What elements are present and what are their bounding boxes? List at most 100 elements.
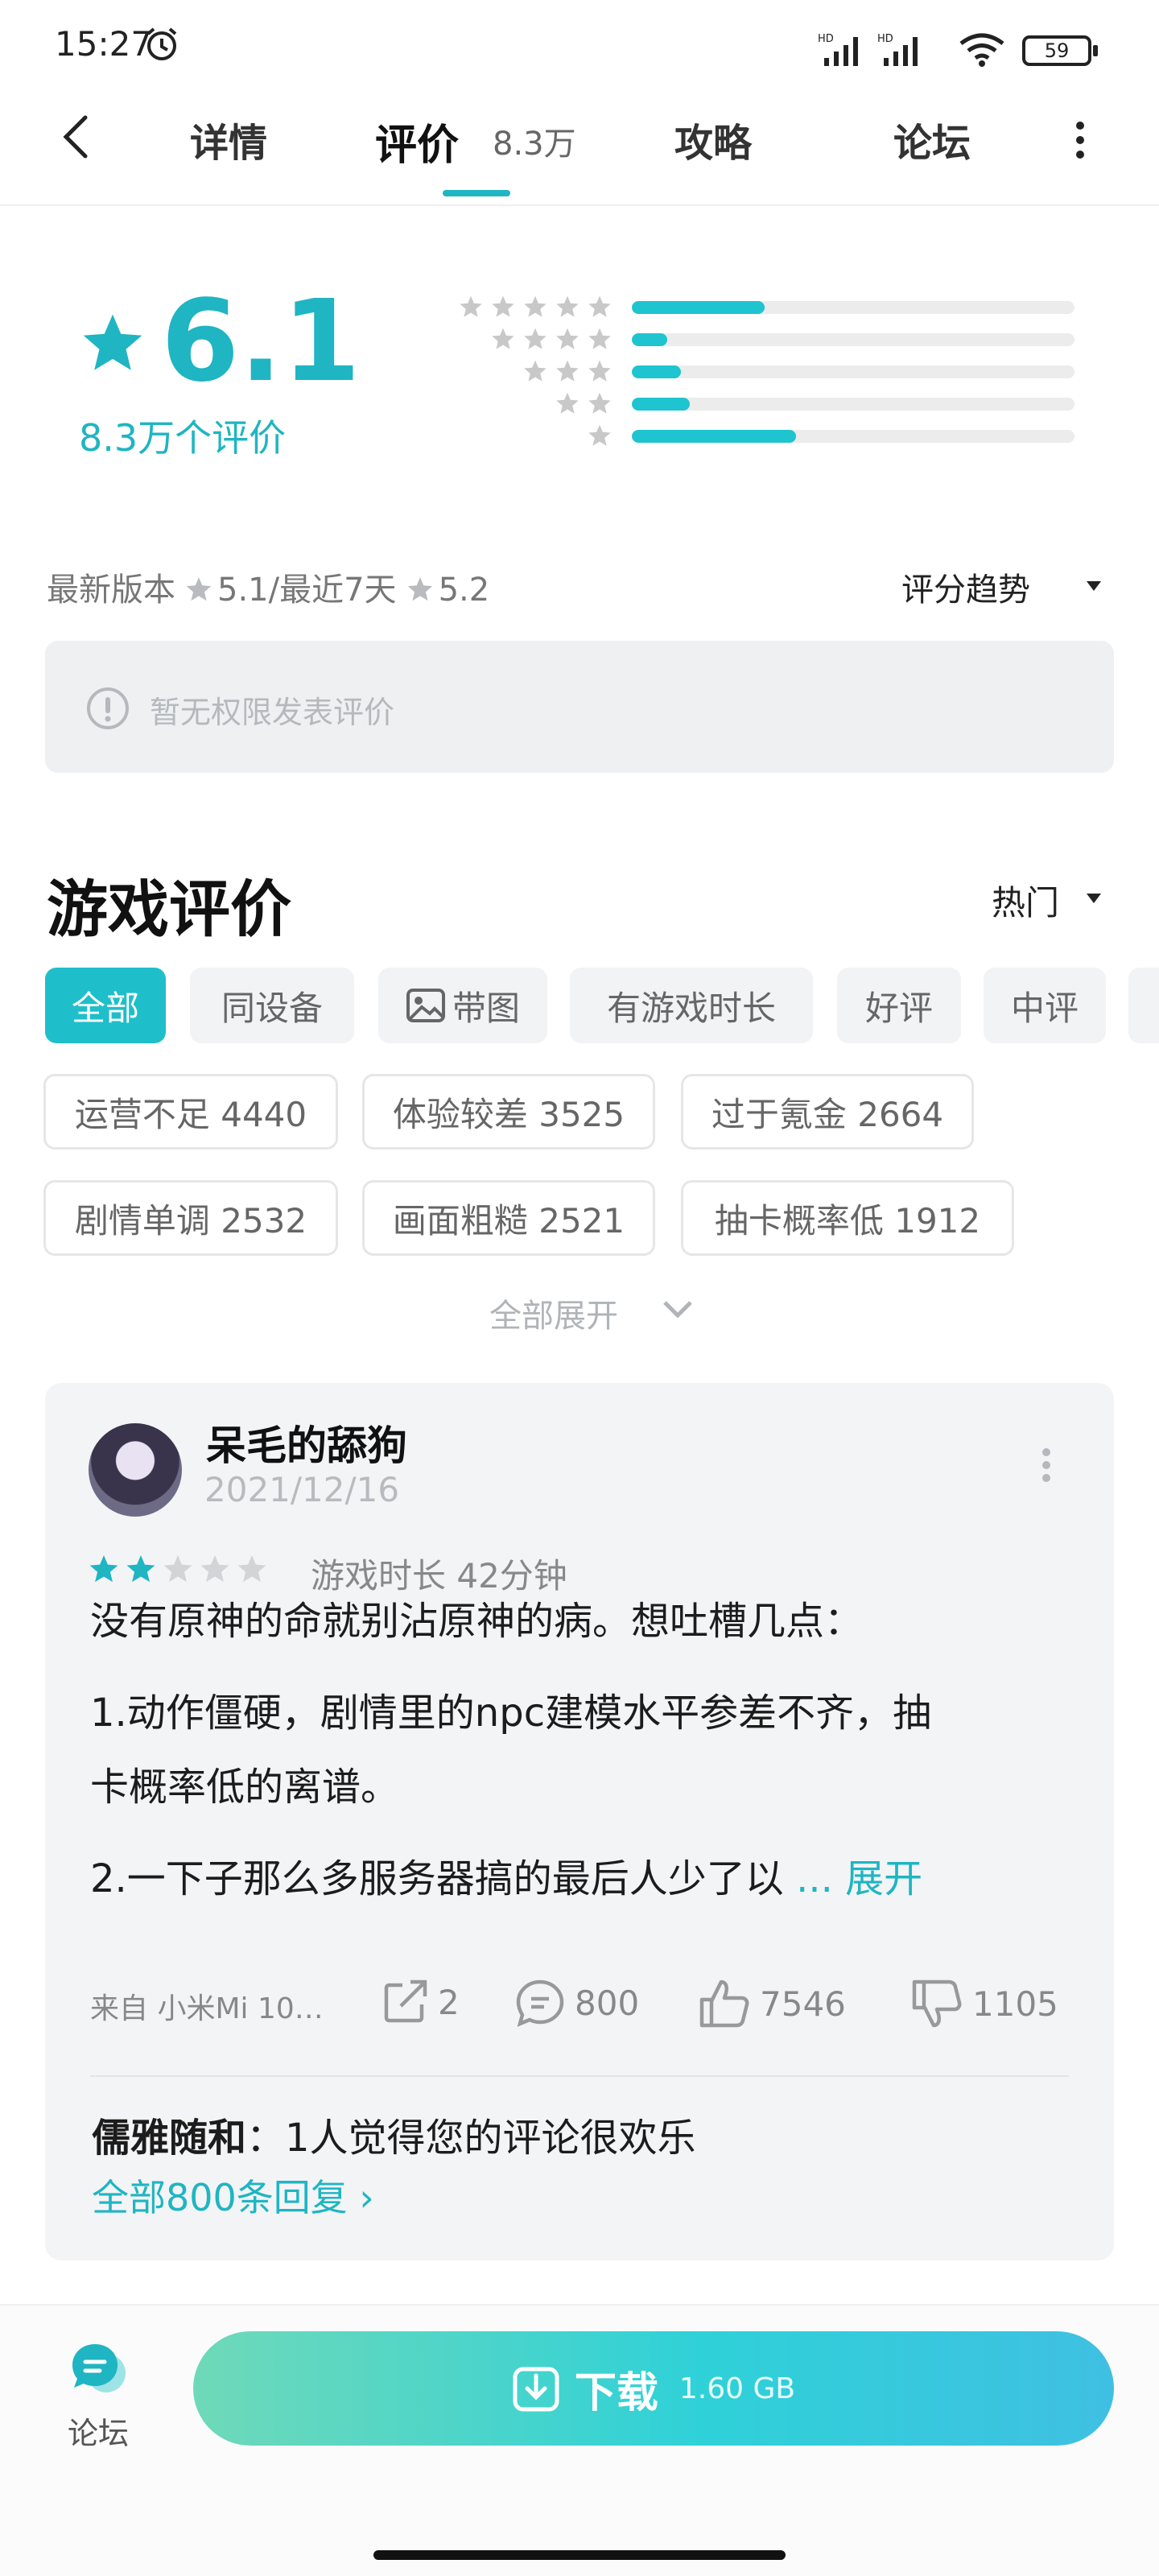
top-reply: 儒雅随和：1人觉得您的评论很欢乐 [92, 2106, 696, 2162]
section-title: 游戏评价 [47, 873, 291, 945]
rating-count: 8.3万个评价 [79, 416, 287, 460]
dislike-button[interactable]: 1105 [911, 1979, 1058, 2029]
recent-label: /最近7天 [268, 572, 397, 609]
rating-bar [632, 365, 1074, 378]
review-text-last: 2.一下子那么多服务器搞的最后人少了以 ... 展开 [90, 1842, 1088, 1916]
thumbs-up-icon [699, 1979, 749, 2028]
home-indicator[interactable] [373, 2550, 786, 2560]
review-username[interactable]: 呆毛的舔狗 [206, 1414, 407, 1472]
forum-icon[interactable] [69, 2341, 132, 2397]
all-replies-link[interactable]: 全部800条回复 › [92, 2169, 374, 2222]
star-icon [185, 573, 212, 610]
share-icon [384, 1979, 427, 2023]
wifi-icon [959, 33, 1004, 67]
download-button[interactable]: 下载 1.60 GB [193, 2331, 1114, 2446]
filter-with-images[interactable]: 带图 [378, 968, 547, 1043]
review-card: 呆毛的舔狗 2021/12/16 游戏时长 42分钟 没有原神的命就别沾原神的病… [45, 1383, 1114, 2260]
rating-bar-fill [632, 430, 796, 443]
rating-bar [632, 333, 1074, 346]
rating-bar-fill [632, 398, 690, 411]
filter-all[interactable]: 全部 [45, 968, 166, 1043]
tab-details[interactable]: 详情 [190, 111, 267, 167]
comment-count: 800 [575, 1983, 640, 2023]
tag-chip[interactable]: 过于氪金 2664 [681, 1074, 974, 1150]
review-text-line: 卡概率低的离谱。 [90, 1765, 400, 1810]
no-permission-notice: 暂无权限发表评价 [45, 641, 1114, 773]
tag-chip[interactable]: 运营不足 4440 [43, 1074, 338, 1150]
image-icon [406, 989, 445, 1022]
review-device: 来自 小米Mi 10… [90, 1992, 324, 2025]
tab-forum[interactable]: 论坛 [893, 111, 971, 167]
review-text-line: 2.一下子那么多服务器搞的最后人少了以 [90, 1856, 784, 1901]
rating-bar-fill [632, 365, 681, 378]
alarm-icon [146, 27, 177, 60]
download-size: 1.60 GB [678, 2372, 796, 2405]
tag-chip[interactable]: 剧情单调 2532 [43, 1180, 338, 1256]
notice-text: 暂无权限发表评价 [150, 695, 395, 730]
recent-score: 5.2 [438, 572, 490, 609]
filter-chip-partial[interactable] [1128, 968, 1159, 1043]
filter-same-device[interactable]: 同设备 [190, 968, 354, 1043]
like-button[interactable]: 7546 [699, 1979, 846, 2029]
star-filled-icon [126, 1554, 156, 1587]
download-label: 下载 [574, 2368, 658, 2417]
filter-neutral[interactable]: 中评 [984, 968, 1106, 1043]
version-scores: 最新版本 5.1/最近7天 5.2 [47, 564, 489, 610]
star-icon-group [459, 295, 612, 319]
score-star-icon [83, 314, 142, 370]
card-divider [90, 2075, 1069, 2077]
rating-trend-button[interactable]: 评分趋势 [901, 564, 1030, 610]
more-options-icon[interactable] [1040, 1447, 1053, 1483]
sort-dropdown[interactable]: 热门 [992, 876, 1059, 925]
info-icon [87, 687, 129, 729]
bottom-action-bar: 论坛 下载 1.60 GB [0, 2304, 1159, 2576]
tab-reviews[interactable]: 评价 [375, 111, 459, 171]
latest-version-label: 最新版本 [47, 572, 175, 609]
share-button[interactable]: 2 [382, 1979, 460, 2025]
active-tab-indicator [443, 190, 510, 196]
comment-button[interactable]: 800 [515, 1979, 639, 2027]
star-icon-group [491, 327, 612, 351]
rating-bar-fill [632, 333, 667, 346]
rating-row-5-star [427, 291, 1079, 324]
rating-row-4-star [427, 324, 1079, 356]
tag-chip[interactable]: 抽卡概率低 1912 [681, 1180, 1014, 1256]
expand-review-link[interactable]: ... 展开 [796, 1856, 922, 1901]
status-bar: 15:27 HD HD 59 [0, 0, 1159, 89]
review-date: 2021/12/16 [204, 1470, 400, 1509]
star-icon-group [523, 359, 612, 383]
forum-label[interactable]: 论坛 [68, 2409, 129, 2453]
more-options-icon[interactable] [1070, 121, 1090, 159]
rating-row-2-star [427, 388, 1079, 420]
filter-with-images-label: 带图 [452, 988, 520, 1028]
comment-icon [516, 1979, 564, 2027]
rating-bar [632, 398, 1074, 411]
latest-version-score: 5.1 [217, 572, 269, 609]
chevron-down-icon[interactable] [662, 1299, 694, 1319]
filter-has-playtime[interactable]: 有游戏时长 [570, 968, 813, 1043]
caret-down-icon[interactable] [1085, 580, 1103, 592]
star-empty-icon [237, 1554, 267, 1587]
star-icon [406, 573, 434, 610]
review-stars [89, 1554, 267, 1587]
star-empty-icon [200, 1554, 230, 1587]
battery-indicator: 59 [1022, 35, 1098, 66]
download-icon [513, 2367, 559, 2412]
thumbs-down-icon [912, 1979, 962, 2028]
avatar[interactable] [89, 1423, 182, 1517]
star-icon-group [588, 423, 612, 448]
tab-guides[interactable]: 攻略 [674, 111, 752, 167]
tag-chip[interactable]: 画面粗糙 2521 [362, 1180, 655, 1256]
rating-bar-fill [632, 301, 765, 314]
star-empty-icon [163, 1554, 193, 1587]
reply-text: ：1人觉得您的评论很欢乐 [246, 2116, 696, 2161]
back-arrow-icon[interactable] [56, 113, 97, 161]
reply-username[interactable]: 儒雅随和 [92, 2116, 246, 2161]
svg-text:HD: HD [818, 33, 834, 45]
rating-bar [632, 301, 1074, 314]
expand-all-tags[interactable]: 全部展开 [489, 1290, 618, 1336]
caret-down-icon[interactable] [1085, 892, 1103, 905]
tag-chip[interactable]: 体验较差 3525 [362, 1074, 655, 1150]
filter-positive[interactable]: 好评 [837, 968, 961, 1043]
signal-icon: HD [818, 33, 858, 66]
